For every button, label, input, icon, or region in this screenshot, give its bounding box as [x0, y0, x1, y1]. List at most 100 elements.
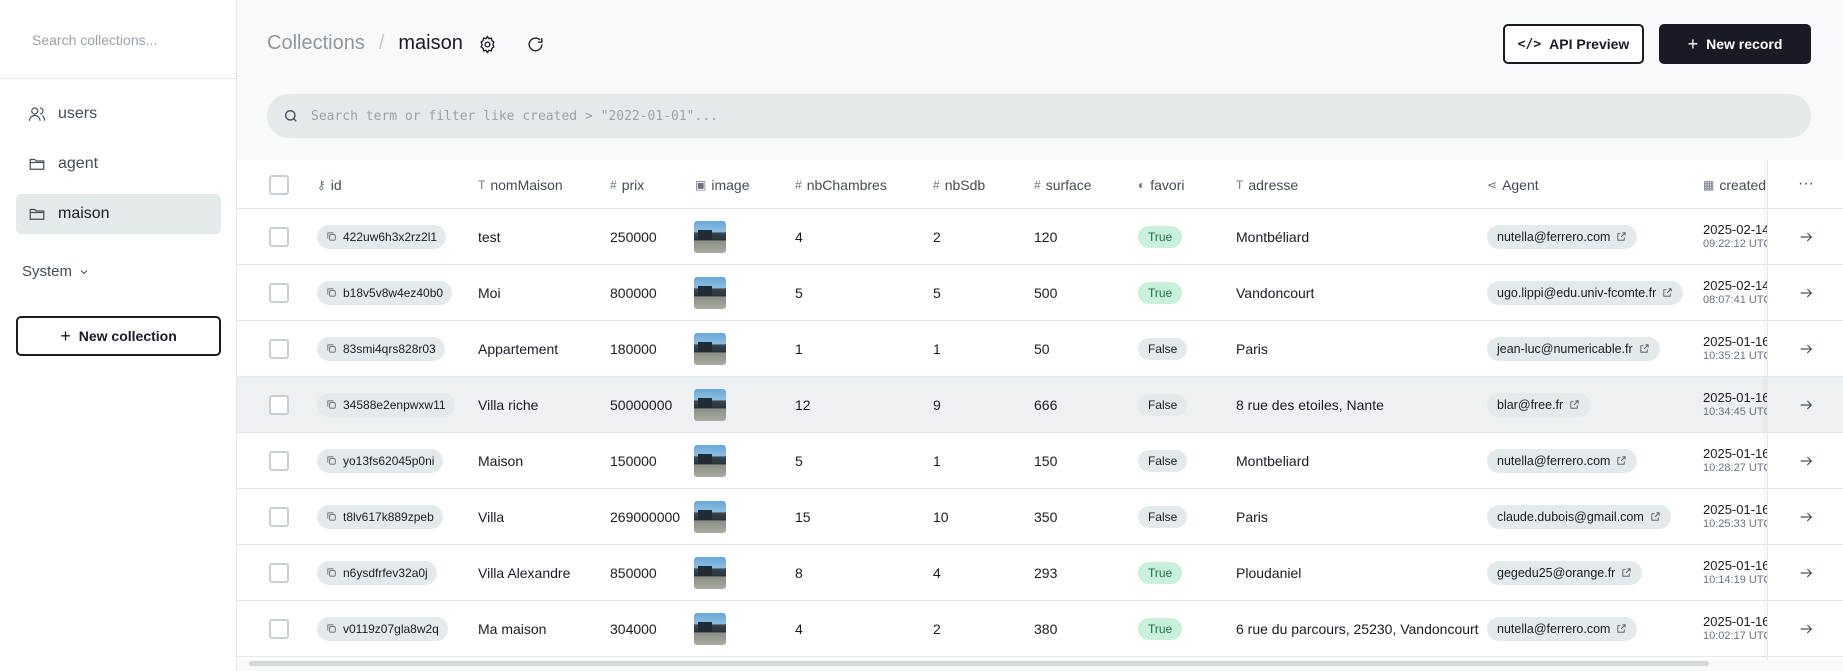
row-checkbox[interactable] [269, 506, 289, 527]
column-header-nbsdb[interactable]: # nbSdb [933, 160, 985, 209]
column-header-surface[interactable]: # surface [1034, 160, 1092, 209]
agent-link[interactable]: ugo.lippi@edu.univ-fcomte.fr [1487, 280, 1684, 305]
row-checkbox[interactable] [269, 450, 289, 471]
table-row[interactable]: t8lv617k889zpeb Villa 269000000 15 10 350 Fals… [237, 489, 1843, 545]
row-checkbox[interactable] [269, 282, 289, 303]
open-record-button[interactable] [1768, 209, 1843, 265]
table-row[interactable]: 422uw6h3x2rz2l1 test 250000 4 2 120 True Montbé… [237, 209, 1843, 265]
agent-link[interactable]: nutella@ferrero.com [1487, 448, 1638, 473]
agent-link[interactable]: claude.dubois@gmail.com [1487, 504, 1671, 529]
open-record-button[interactable] [1768, 265, 1843, 321]
agent-link[interactable]: blar@free.fr [1487, 392, 1591, 417]
column-header-prix[interactable]: # prix [610, 160, 644, 209]
table-row[interactable]: 34588e2enpwxw11 Villa riche 50000000 12 9 666… [237, 377, 1843, 433]
new-record-button[interactable]: + New record [1659, 24, 1811, 64]
created-time: 10:35:21 UTC [1703, 349, 1772, 362]
created-time: 08:07:41 UTC [1703, 293, 1772, 306]
sidebar-item-agent[interactable]: agent [16, 144, 221, 184]
api-preview-button[interactable]: </> API Preview [1503, 24, 1644, 64]
column-header-image[interactable]: ▣ image [695, 160, 749, 209]
filter-search-input[interactable] [311, 108, 1211, 124]
records-table: ⚷ id TnomMaison # prix ▣ image # nbChambres … [237, 160, 1843, 660]
adresse-cell: Paris [1236, 508, 1268, 525]
breadcrumb-root[interactable]: Collections [267, 32, 365, 55]
agent-link[interactable]: nutella@ferrero.com [1487, 224, 1638, 249]
open-record-button[interactable] [1768, 601, 1843, 657]
house-thumbnail[interactable] [694, 444, 726, 477]
new-record-label: New record [1706, 36, 1783, 52]
house-thumbnail[interactable] [694, 220, 726, 253]
key-icon: ⚷ [317, 177, 326, 192]
sidebar-item-maison[interactable]: maison [16, 194, 221, 234]
id-cell: v0119z07gla8w2q [317, 601, 448, 656]
nommaison-cell: Ma maison [478, 620, 547, 637]
table-row[interactable]: 83smi4qrs828r03 Appartement 180000 1 1 50 Fals… [237, 321, 1843, 377]
agent-link[interactable]: nutella@ferrero.com [1487, 616, 1638, 641]
sidebar-item-users[interactable]: users [16, 94, 221, 134]
column-label: id [330, 176, 342, 193]
id-badge[interactable]: v0119z07gla8w2q [317, 616, 448, 641]
more-options-icon[interactable]: ··· [1768, 160, 1843, 209]
created-time: 09:22:12 UTC [1703, 237, 1772, 250]
system-toggle[interactable]: System [22, 263, 90, 280]
agent-link[interactable]: jean-luc@numericable.fr [1487, 336, 1660, 361]
nbsdb-cell: 5 [933, 284, 941, 301]
column-header-nbchambres[interactable]: # nbChambres [795, 160, 887, 209]
agent-cell: claude.dubois@gmail.com [1487, 489, 1671, 544]
collection-settings-button[interactable] [475, 32, 499, 56]
new-collection-button[interactable]: + New collection [16, 316, 221, 356]
column-header-created[interactable]: ▦ created [1703, 160, 1766, 209]
id-badge[interactable]: 83smi4qrs828r03 [317, 336, 445, 361]
id-badge[interactable]: t8lv617k889zpeb [317, 504, 443, 529]
id-badge[interactable]: yo13fs62045p0ni [317, 448, 444, 473]
house-thumbnail[interactable] [694, 276, 726, 309]
external-link-icon [1617, 624, 1627, 633]
column-label: nbSdb [944, 176, 986, 193]
column-header-favori[interactable]: ◐ favori [1138, 160, 1184, 209]
agent-link[interactable]: gegedu25@orange.fr [1487, 560, 1643, 585]
open-record-button[interactable] [1768, 433, 1843, 489]
select-all-checkbox[interactable] [269, 174, 289, 195]
users-icon [28, 107, 46, 121]
column-header-adresse[interactable]: Tadresse [1236, 160, 1298, 209]
open-record-button[interactable] [1768, 489, 1843, 545]
id-badge[interactable]: n6ysdfrfev32a0j [317, 560, 437, 585]
column-header-nommaison[interactable]: TnomMaison [478, 160, 563, 209]
id-badge[interactable]: b18v5v8w4ez40b0 [317, 280, 453, 305]
row-checkbox[interactable] [269, 338, 289, 359]
column-header-id[interactable]: ⚷ id [317, 160, 342, 209]
table-row[interactable]: b18v5v8w4ez40b0 Moi 800000 5 5 500 True Vandonc… [237, 265, 1843, 321]
house-thumbnail[interactable] [694, 556, 726, 589]
arrow-right-icon [1800, 624, 1813, 633]
copy-icon [327, 400, 336, 409]
id-badge[interactable]: 34588e2enpwxw11 [317, 392, 455, 417]
id-badge[interactable]: 422uw6h3x2rz2l1 [317, 224, 447, 249]
column-header-agent[interactable]: ⋖ Agent [1487, 160, 1539, 209]
nommaison-cell: Villa riche [478, 396, 539, 413]
open-record-button[interactable] [1768, 545, 1843, 601]
row-checkbox[interactable] [269, 562, 289, 583]
favori-badge: True [1138, 281, 1183, 304]
id-cell: n6ysdfrfev32a0j [317, 545, 437, 600]
favori-badge: True [1138, 225, 1183, 248]
refresh-button[interactable] [523, 32, 547, 56]
arrow-right-icon [1800, 512, 1813, 521]
open-record-button[interactable] [1768, 321, 1843, 377]
number-icon: # [933, 177, 940, 192]
arrow-right-icon [1800, 232, 1813, 241]
row-checkbox[interactable] [269, 394, 289, 415]
collections-search-input[interactable]: Search collections... [0, 0, 236, 79]
table-row[interactable]: v0119z07gla8w2q Ma maison 304000 4 2 380 True 6… [237, 601, 1843, 657]
row-checkbox[interactable] [269, 226, 289, 247]
open-record-button[interactable] [1768, 377, 1843, 433]
row-checkbox[interactable] [269, 618, 289, 639]
agent-cell: jean-luc@numericable.fr [1487, 321, 1660, 376]
prix-cell: 850000 [610, 564, 657, 581]
table-row[interactable]: yo13fs62045p0ni Maison 150000 5 1 150 False Mon… [237, 433, 1843, 489]
house-thumbnail[interactable] [694, 388, 726, 421]
table-row[interactable]: n6ysdfrfev32a0j Villa Alexandre 850000 8 4 29… [237, 545, 1843, 601]
horizontal-scrollbar[interactable] [249, 661, 1709, 666]
house-thumbnail[interactable] [694, 500, 726, 533]
house-thumbnail[interactable] [694, 332, 726, 365]
house-thumbnail[interactable] [694, 612, 726, 645]
